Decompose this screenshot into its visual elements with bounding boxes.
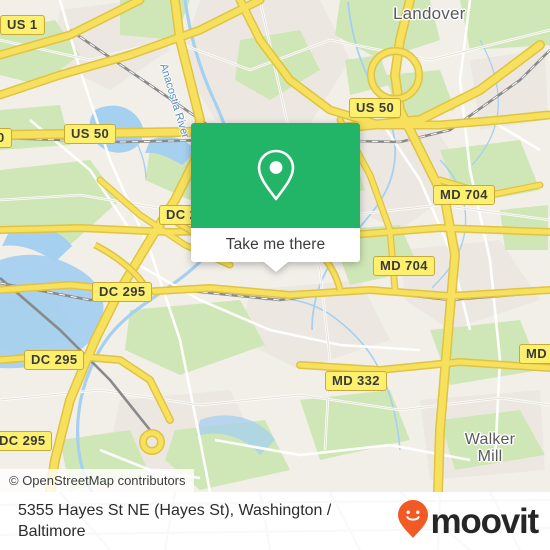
highway-shield-dc-295-c[interactable]: DC 295 bbox=[24, 350, 85, 370]
highway-shield-dc-295-d[interactable]: DC 295 bbox=[0, 431, 53, 451]
highway-shield-md-214[interactable]: MD 214 bbox=[519, 344, 550, 364]
callout-pin-panel bbox=[191, 123, 360, 228]
footer-content: 5355 Hayes St NE (Hayes St), Washington … bbox=[0, 492, 550, 550]
moovit-wordmark: moovit bbox=[430, 501, 539, 541]
callout-action-panel[interactable]: Take me there bbox=[191, 228, 360, 272]
moovit-pin-smiley-icon bbox=[398, 499, 429, 543]
destination-callout-card[interactable]: Take me there bbox=[191, 123, 360, 272]
osm-attribution-text: © OpenStreetMap contributors bbox=[9, 473, 186, 488]
highway-shield-md-704-south[interactable]: MD 704 bbox=[373, 256, 435, 276]
map-canvas[interactable]: Landover Walker Mill Anacostia River US … bbox=[0, 0, 550, 492]
moovit-map-screenshot: Landover Walker Mill Anacostia River US … bbox=[0, 0, 550, 550]
highway-shield-clipped-left[interactable]: 0 bbox=[0, 128, 12, 148]
callout-pointer-tail bbox=[263, 262, 288, 272]
highway-shield-us-50-west[interactable]: US 50 bbox=[64, 124, 117, 144]
moovit-logo[interactable]: moovit bbox=[398, 499, 539, 543]
highway-shield-md-704-north[interactable]: MD 704 bbox=[433, 185, 495, 205]
highway-shield-md-332[interactable]: MD 332 bbox=[325, 371, 387, 391]
map-pin-icon bbox=[253, 147, 299, 205]
osm-attribution[interactable]: © OpenStreetMap contributors bbox=[0, 469, 194, 492]
place-title: 5355 Hayes St NE (Hayes St), Washington … bbox=[18, 502, 332, 540]
footer-bar: 5355 Hayes St NE (Hayes St), Washington … bbox=[0, 492, 550, 550]
take-me-there-label: Take me there bbox=[225, 236, 326, 253]
highway-shield-us-1[interactable]: US 1 bbox=[0, 15, 45, 35]
highway-shield-us-50-east[interactable]: US 50 bbox=[349, 98, 402, 118]
highway-shield-dc-295-b[interactable]: DC 295 bbox=[92, 282, 153, 302]
